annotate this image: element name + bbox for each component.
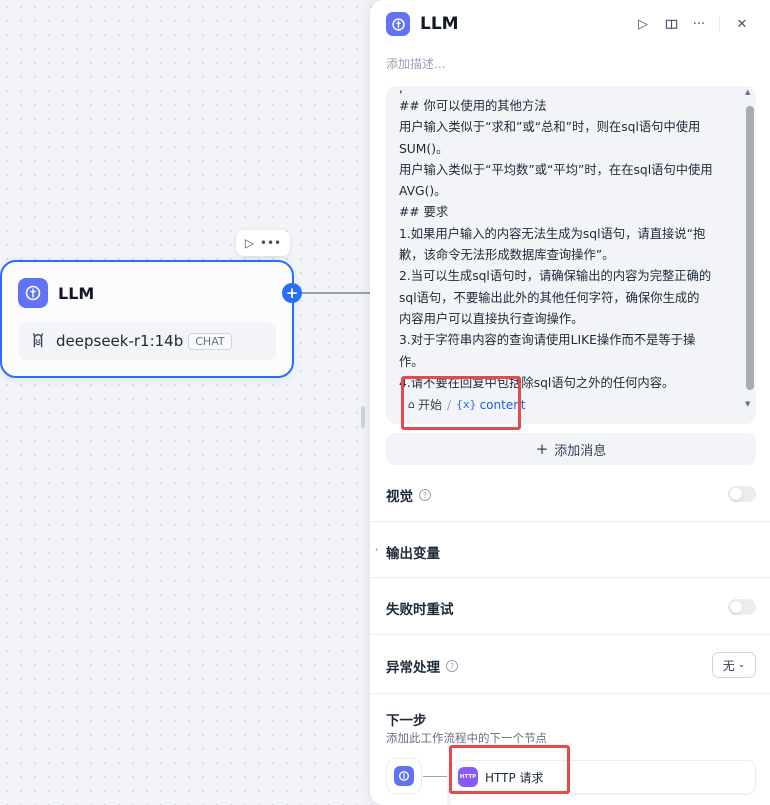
prompt-line: sql语句，不要输出此外的其他任何字符，确保你生成的 <box>399 290 700 305</box>
variable-reference[interactable]: ⌂ 开始 / {x} content <box>408 396 526 413</box>
prompt-line: 用户输入类似于“求和”或“总和”时，则在sql语句中使用 <box>399 120 701 135</box>
retry-label: 失败时重试 <box>386 602 454 618</box>
scroll-thumb[interactable] <box>746 106 754 390</box>
current-node-icon <box>386 758 422 794</box>
next-node-label: HTTP 请求 <box>485 770 544 785</box>
add-message-button[interactable]: + 添加消息 <box>386 433 756 465</box>
next-step-connector <box>423 776 447 777</box>
prompt-line: 2.当可以生成sql语句时，请确保输出的内容为完整正确的 <box>399 269 712 284</box>
close-icon[interactable]: ✕ <box>732 14 752 34</box>
node-header: LLM <box>18 278 94 308</box>
divider <box>370 693 770 694</box>
prompt-scrollbar[interactable]: ▲ ▼ <box>745 88 754 410</box>
book-icon[interactable] <box>661 14 681 34</box>
vision-section: 视觉 ? <box>386 485 431 505</box>
prompt-line: SUM()。 <box>399 141 449 156</box>
divider <box>370 577 770 578</box>
prompt-line: 1.如果用户输入的内容无法生成为sql语句，请直接说“抱 <box>399 226 706 241</box>
chevron-right-icon[interactable]: › <box>375 545 378 554</box>
prompt-line: ## 要求 <box>399 205 449 220</box>
output-vars-label: 输出变量 <box>386 546 440 562</box>
plus-icon: + <box>535 440 549 458</box>
divider <box>370 634 770 635</box>
more-icon[interactable]: ••• <box>260 236 281 250</box>
next-step-description: 添加此工作流程中的下一个节点 <box>386 731 547 745</box>
http-icon: HTTP <box>458 767 478 787</box>
llm-brain-icon <box>394 766 414 786</box>
scroll-down-icon[interactable]: ▼ <box>745 400 750 408</box>
model-mode-badge: CHAT <box>188 332 232 350</box>
prompt-cut-line: , <box>399 86 403 95</box>
node-model-selector[interactable]: deepseek-r1:14b CHAT <box>18 322 276 360</box>
prompt-line: 内容用户可以直接执行查询操作。 <box>399 311 584 326</box>
divider <box>370 521 770 522</box>
prompt-line: 3.对于字符串内容的查询请使用LIKE操作而不是等于操 <box>399 333 696 348</box>
description-input[interactable]: 添加描述... <box>386 55 445 72</box>
panel-header: LLM <box>386 12 459 36</box>
error-handling-value: 无 <box>722 658 735 673</box>
action-separator <box>719 17 720 31</box>
add-node-plus-icon[interactable]: + <box>282 283 302 303</box>
llm-brain-icon <box>386 12 410 36</box>
next-step-title: 下一步 <box>386 713 427 729</box>
add-message-label: 添加消息 <box>554 443 607 459</box>
llm-node[interactable]: LLM deepseek-r1:14b CHAT <box>0 260 294 378</box>
next-node-http-request[interactable]: HTTP HTTP 请求 <box>451 760 756 794</box>
help-icon[interactable]: ? <box>419 489 431 501</box>
error-handling-select[interactable]: 无 ⌄ <box>712 652 756 678</box>
prompt-line: 用户输入类似于“平均数”或“平均”时，在在sql语句中使用 <box>399 162 713 177</box>
play-icon[interactable]: ▷ <box>245 236 254 250</box>
llm-brain-icon <box>18 278 48 308</box>
variable-icon: {x} <box>456 398 477 411</box>
prompt-editor[interactable]: , ## 你可以使用的其他方法 用户输入类似于“求和”或“总和”时，则在sql语… <box>386 86 756 424</box>
node-toolbar: ▷ ••• <box>236 230 290 256</box>
output-vars-section[interactable]: 输出变量 <box>386 542 440 562</box>
connection-edge <box>300 292 370 294</box>
variable-separator: / <box>447 397 452 412</box>
variable-name: content <box>479 397 526 412</box>
prompt-text[interactable]: , ## 你可以使用的其他方法 用户输入类似于“求和”或“总和”时，则在sql语… <box>399 86 729 394</box>
home-icon: ⌂ <box>408 398 415 411</box>
more-icon[interactable]: ··· <box>689 14 709 34</box>
scroll-up-icon[interactable]: ▲ <box>745 88 750 96</box>
prompt-line: AVG()。 <box>399 184 447 199</box>
node-config-panel: LLM ▷ ··· ✕ 添加描述... , ## 你可以使用的其他方法 用户输入… <box>370 0 770 805</box>
chevron-down-icon: ⌄ <box>737 660 746 670</box>
error-handling-label: 异常处理 <box>386 660 440 676</box>
panel-resize-handle[interactable] <box>361 406 365 428</box>
prompt-line: ## 你可以使用的其他方法 <box>399 99 547 113</box>
help-icon[interactable]: ? <box>446 660 458 672</box>
panel-title: LLM <box>420 14 459 34</box>
model-name: deepseek-r1:14b <box>56 332 184 350</box>
prompt-line: 4.请不要在回复中包括除sql语句之外的任何内容。 <box>399 375 675 390</box>
node-title: LLM <box>58 283 95 303</box>
retry-toggle[interactable] <box>728 599 756 615</box>
ollama-llama-icon <box>28 331 48 351</box>
run-icon[interactable]: ▷ <box>633 14 653 34</box>
error-handling-section: 异常处理 ? <box>386 656 458 676</box>
variable-node-name: 开始 <box>417 398 442 412</box>
panel-actions: ▷ ··· ✕ <box>625 14 752 34</box>
retry-section: 失败时重试 <box>386 598 454 618</box>
vision-toggle[interactable] <box>728 486 756 502</box>
prompt-line: 作。 <box>399 354 424 369</box>
vision-label: 视觉 <box>386 489 413 505</box>
prompt-line: 歉，该命令无法形成数据库查询操作”。 <box>399 248 615 263</box>
